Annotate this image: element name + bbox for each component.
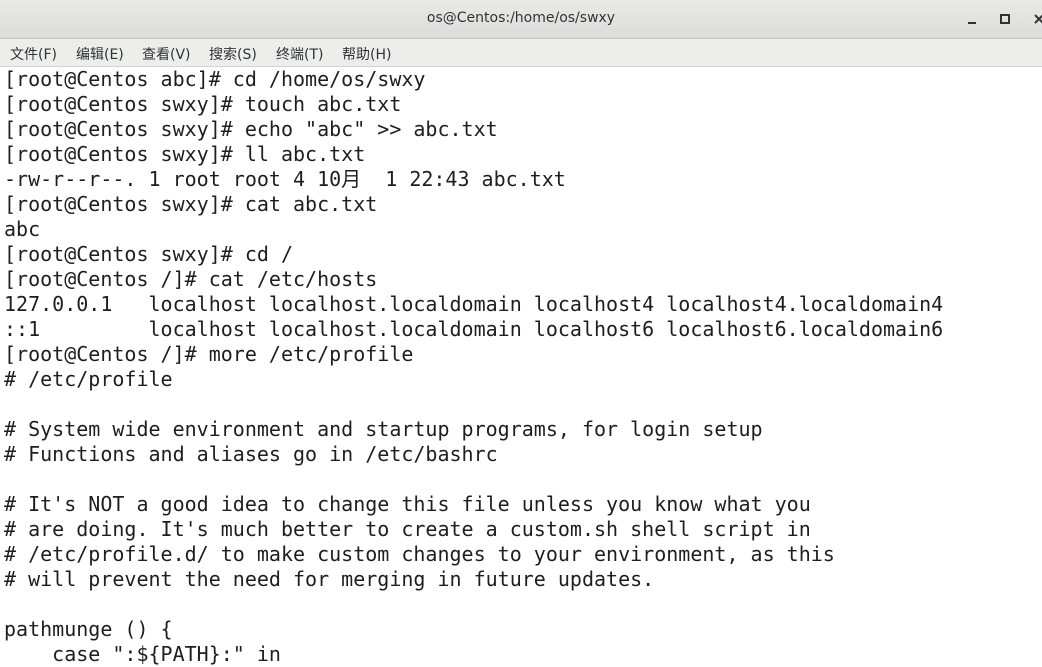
terminal-line: [root@Centos swxy]# ll abc.txt [4, 142, 366, 166]
terminal-line: [root@Centos swxy]# cat abc.txt [4, 192, 378, 216]
terminal-line: 127.0.0.1 localhost localhost.localdomai… [4, 292, 944, 316]
maximize-button[interactable] [994, 8, 1016, 30]
terminal-line: # /etc/profile [4, 367, 173, 391]
terminal-line: [root@Centos /]# cat /etc/hosts [4, 267, 378, 291]
terminal-line: # It's NOT a good idea to change this fi… [4, 492, 811, 516]
terminal-line: ::1 localhost localhost.localdomain loca… [4, 317, 944, 341]
menu-help[interactable]: 帮助(H) [342, 44, 391, 64]
menu-search[interactable]: 搜索(S) [209, 44, 257, 64]
terminal-output[interactable]: [root@Centos abc]# cd /home/os/swxy [roo… [0, 67, 1042, 667]
minimize-icon [966, 13, 978, 25]
terminal-line: [root@Centos swxy]# echo "abc" >> abc.tx… [4, 117, 498, 141]
menu-terminal[interactable]: 终端(T) [276, 44, 323, 64]
terminal-line: case ":${PATH}:" in [4, 642, 281, 666]
terminal-window: os@Centos:/home/os/swxy 文件(F) 编辑(E) 查看(V… [0, 0, 1042, 667]
menu-file[interactable]: 文件(F) [10, 44, 57, 64]
menu-view[interactable]: 查看(V) [142, 44, 191, 64]
terminal-line: abc [4, 217, 41, 241]
terminal-line: # will prevent the need for merging in f… [4, 567, 655, 591]
terminal-line: # are doing. It's much better to create … [4, 517, 811, 541]
minimize-button[interactable] [961, 8, 983, 30]
maximize-icon [999, 13, 1011, 25]
close-button[interactable] [1028, 8, 1042, 30]
window-title: os@Centos:/home/os/swxy [426, 10, 616, 26]
terminal-line: pathmunge () { [4, 617, 173, 641]
terminal-line: [root@Centos /]# more /etc/profile [4, 342, 414, 366]
terminal-line: [root@Centos swxy]# cd / [4, 242, 293, 266]
close-icon [1033, 13, 1042, 25]
terminal-line: [root@Centos swxy]# touch abc.txt [4, 92, 402, 116]
terminal-line: # System wide environment and startup pr… [4, 417, 763, 441]
title-bar[interactable]: os@Centos:/home/os/swxy [0, 0, 1042, 39]
menu-bar: 文件(F) 编辑(E) 查看(V) 搜索(S) 终端(T) 帮助(H) [0, 39, 1042, 67]
terminal-line: [root@Centos abc]# cd /home/os/swxy [4, 67, 426, 91]
menu-edit[interactable]: 编辑(E) [76, 44, 124, 64]
terminal-line: -rw-r--r--. 1 root root 4 10月 1 22:43 ab… [4, 167, 566, 191]
terminal-line: # /etc/profile.d/ to make custom changes… [4, 542, 835, 566]
terminal-line: # Functions and aliases go in /etc/bashr… [4, 442, 498, 466]
